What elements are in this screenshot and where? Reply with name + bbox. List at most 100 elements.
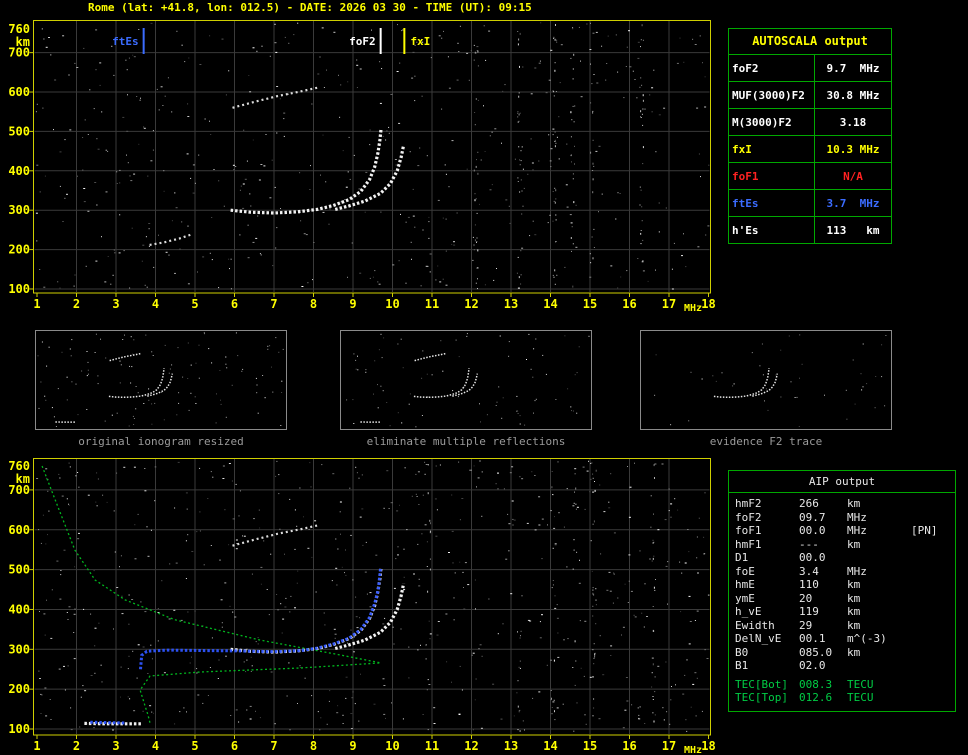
aip-table-rows: hmF2 266 km foF2 09.7 MHz foF1 00.0 MHz [PN] hmF1 -… bbox=[729, 497, 955, 705]
svg-text:16: 16 bbox=[622, 297, 636, 311]
param-label: foE bbox=[735, 564, 755, 578]
svg-text:fxI: fxI bbox=[410, 35, 430, 48]
param-unit: km bbox=[847, 497, 861, 510]
param-unit: km bbox=[847, 605, 861, 618]
svg-text:10: 10 bbox=[385, 739, 399, 753]
top-ionogram-plot: 760700600500400300200100km1 2 3 4 5 6 7 8 9 10 11 1… bbox=[8, 20, 716, 314]
param-value: 02.0 bbox=[799, 659, 826, 672]
param-label: TEC[Top] bbox=[735, 691, 788, 704]
param-unit: TECU bbox=[847, 691, 874, 704]
svg-text:km: km bbox=[16, 472, 30, 486]
svg-text:16: 16 bbox=[622, 739, 636, 753]
svg-text:760: 760 bbox=[8, 22, 30, 36]
svg-text:15: 15 bbox=[583, 297, 597, 311]
aip-row-delnve: DelN_vE 00.1 m^(-3) bbox=[729, 632, 955, 646]
svg-text:10: 10 bbox=[385, 297, 399, 311]
param-value: 00.1 bbox=[799, 632, 826, 645]
param-value: 29 bbox=[799, 618, 813, 632]
svg-text:400: 400 bbox=[8, 164, 30, 178]
thumbnail-caption: original ionogram resized bbox=[78, 435, 244, 448]
param-unit: MHz bbox=[847, 524, 867, 537]
svg-text:6: 6 bbox=[231, 739, 238, 753]
svg-text:MHz: MHz bbox=[684, 745, 702, 755]
param-label: B1 bbox=[735, 659, 749, 672]
svg-text:600: 600 bbox=[8, 523, 30, 537]
param-value: --- bbox=[799, 537, 819, 551]
svg-text:300: 300 bbox=[8, 642, 30, 656]
aip-row-tectop: TEC[Top] 012.6 TECU bbox=[729, 691, 955, 705]
param-unit: MHz bbox=[847, 564, 867, 578]
param-unit: km bbox=[847, 645, 861, 659]
param-label: hmE bbox=[735, 578, 755, 591]
svg-text:17: 17 bbox=[662, 297, 676, 311]
svg-text:1: 1 bbox=[33, 297, 40, 311]
param-label: ftEs bbox=[729, 190, 815, 216]
aip-row-hme: hmE 110 km bbox=[729, 578, 955, 592]
param-value: 20 bbox=[799, 591, 813, 605]
param-label: D1 bbox=[735, 551, 749, 564]
svg-text:17: 17 bbox=[662, 739, 676, 753]
param-value: N/A bbox=[843, 169, 863, 183]
param-label: TEC[Bot] bbox=[735, 677, 788, 691]
param-value: 00.0 bbox=[799, 551, 826, 564]
svg-text:8: 8 bbox=[310, 739, 317, 753]
svg-text:4: 4 bbox=[152, 739, 159, 753]
param-value: 30.8 MHz bbox=[826, 88, 880, 102]
param-value: 9.7 MHz bbox=[826, 61, 880, 75]
param-value: 00.0 bbox=[799, 524, 826, 537]
autoscala-output-table: AUTOSCALA output foF2 9.7 MHz MUF(3000)F2 3… bbox=[728, 28, 892, 244]
page-title: Rome (lat: +41.8, lon: 012.5) - DATE: 20… bbox=[88, 1, 532, 14]
param-value: 110 bbox=[799, 578, 819, 591]
param-label: hmF1 bbox=[735, 537, 762, 551]
param-label: fxI bbox=[729, 136, 815, 162]
param-label: MUF(3000)F2 bbox=[729, 82, 815, 108]
svg-text:7: 7 bbox=[270, 739, 277, 753]
aip-row-hmf2: hmF2 266 km bbox=[729, 497, 955, 511]
param-label: ymE bbox=[735, 591, 755, 605]
param-unit: MHz bbox=[847, 510, 867, 524]
param-label: foF2 bbox=[735, 510, 762, 524]
svg-text:ftEs: ftEs bbox=[112, 35, 139, 48]
aip-row-fof2: foF2 09.7 MHz bbox=[729, 511, 955, 525]
aip-row-ewidth: Ewidth 29 km bbox=[729, 619, 955, 633]
aip-output-table: AIP output hmF2 266 km foF2 09.7 MHz foF1 00.0 M… bbox=[728, 470, 956, 712]
param-value: 119 bbox=[799, 605, 819, 618]
svg-text:15: 15 bbox=[583, 739, 597, 753]
svg-text:foF2: foF2 bbox=[349, 35, 376, 48]
thumbnail-original-ionogram bbox=[35, 330, 287, 430]
svg-text:9: 9 bbox=[349, 297, 356, 311]
param-unit: m^(-3) bbox=[847, 632, 887, 645]
aip-table-title: AIP output bbox=[729, 471, 955, 493]
param-value: 012.6 bbox=[799, 691, 833, 704]
param-unit: km bbox=[847, 618, 861, 632]
param-label: foF1 bbox=[729, 163, 815, 189]
svg-text:12: 12 bbox=[464, 297, 478, 311]
aip-row-fof1: foF1 00.0 MHz [PN] bbox=[729, 524, 955, 538]
autoscala-row-fxi: fxI 10.3 MHz bbox=[729, 135, 891, 162]
thumbnail-eliminate-reflections bbox=[340, 330, 592, 430]
param-label: foF1 bbox=[735, 524, 762, 537]
aip-row-yme: ymE 20 km bbox=[729, 592, 955, 606]
svg-text:7: 7 bbox=[270, 297, 277, 311]
svg-text:MHz: MHz bbox=[684, 303, 702, 314]
svg-text:km: km bbox=[16, 35, 30, 49]
param-label: Ewidth bbox=[735, 618, 775, 632]
svg-text:14: 14 bbox=[543, 739, 557, 753]
bottom-ionogram-profile-plot: 760700600500400300200100km1 2 3 4 5 6 7 8 9 10 11 1… bbox=[8, 458, 716, 755]
param-label: hmF2 bbox=[735, 497, 762, 510]
param-unit: km bbox=[847, 537, 861, 551]
svg-text:5: 5 bbox=[191, 739, 198, 753]
svg-text:100: 100 bbox=[8, 722, 30, 736]
param-value: 3.4 bbox=[799, 564, 819, 578]
param-value: 09.7 bbox=[799, 510, 826, 524]
autoscala-row-hes: h'Es 113 km bbox=[729, 216, 891, 243]
svg-text:9: 9 bbox=[349, 739, 356, 753]
param-value: 266 bbox=[799, 497, 819, 510]
aip-row-b0: B0 085.0 km bbox=[729, 646, 955, 660]
thumbnail-caption: eliminate multiple reflections bbox=[366, 435, 566, 448]
autoscala-row-muf3000f2: MUF(3000)F2 30.8 MHz bbox=[729, 81, 891, 108]
param-unit bbox=[843, 659, 905, 673]
svg-text:18: 18 bbox=[701, 739, 715, 753]
thumbnail-caption: evidence F2 trace bbox=[709, 435, 823, 448]
param-value: 085.0 bbox=[799, 645, 833, 659]
